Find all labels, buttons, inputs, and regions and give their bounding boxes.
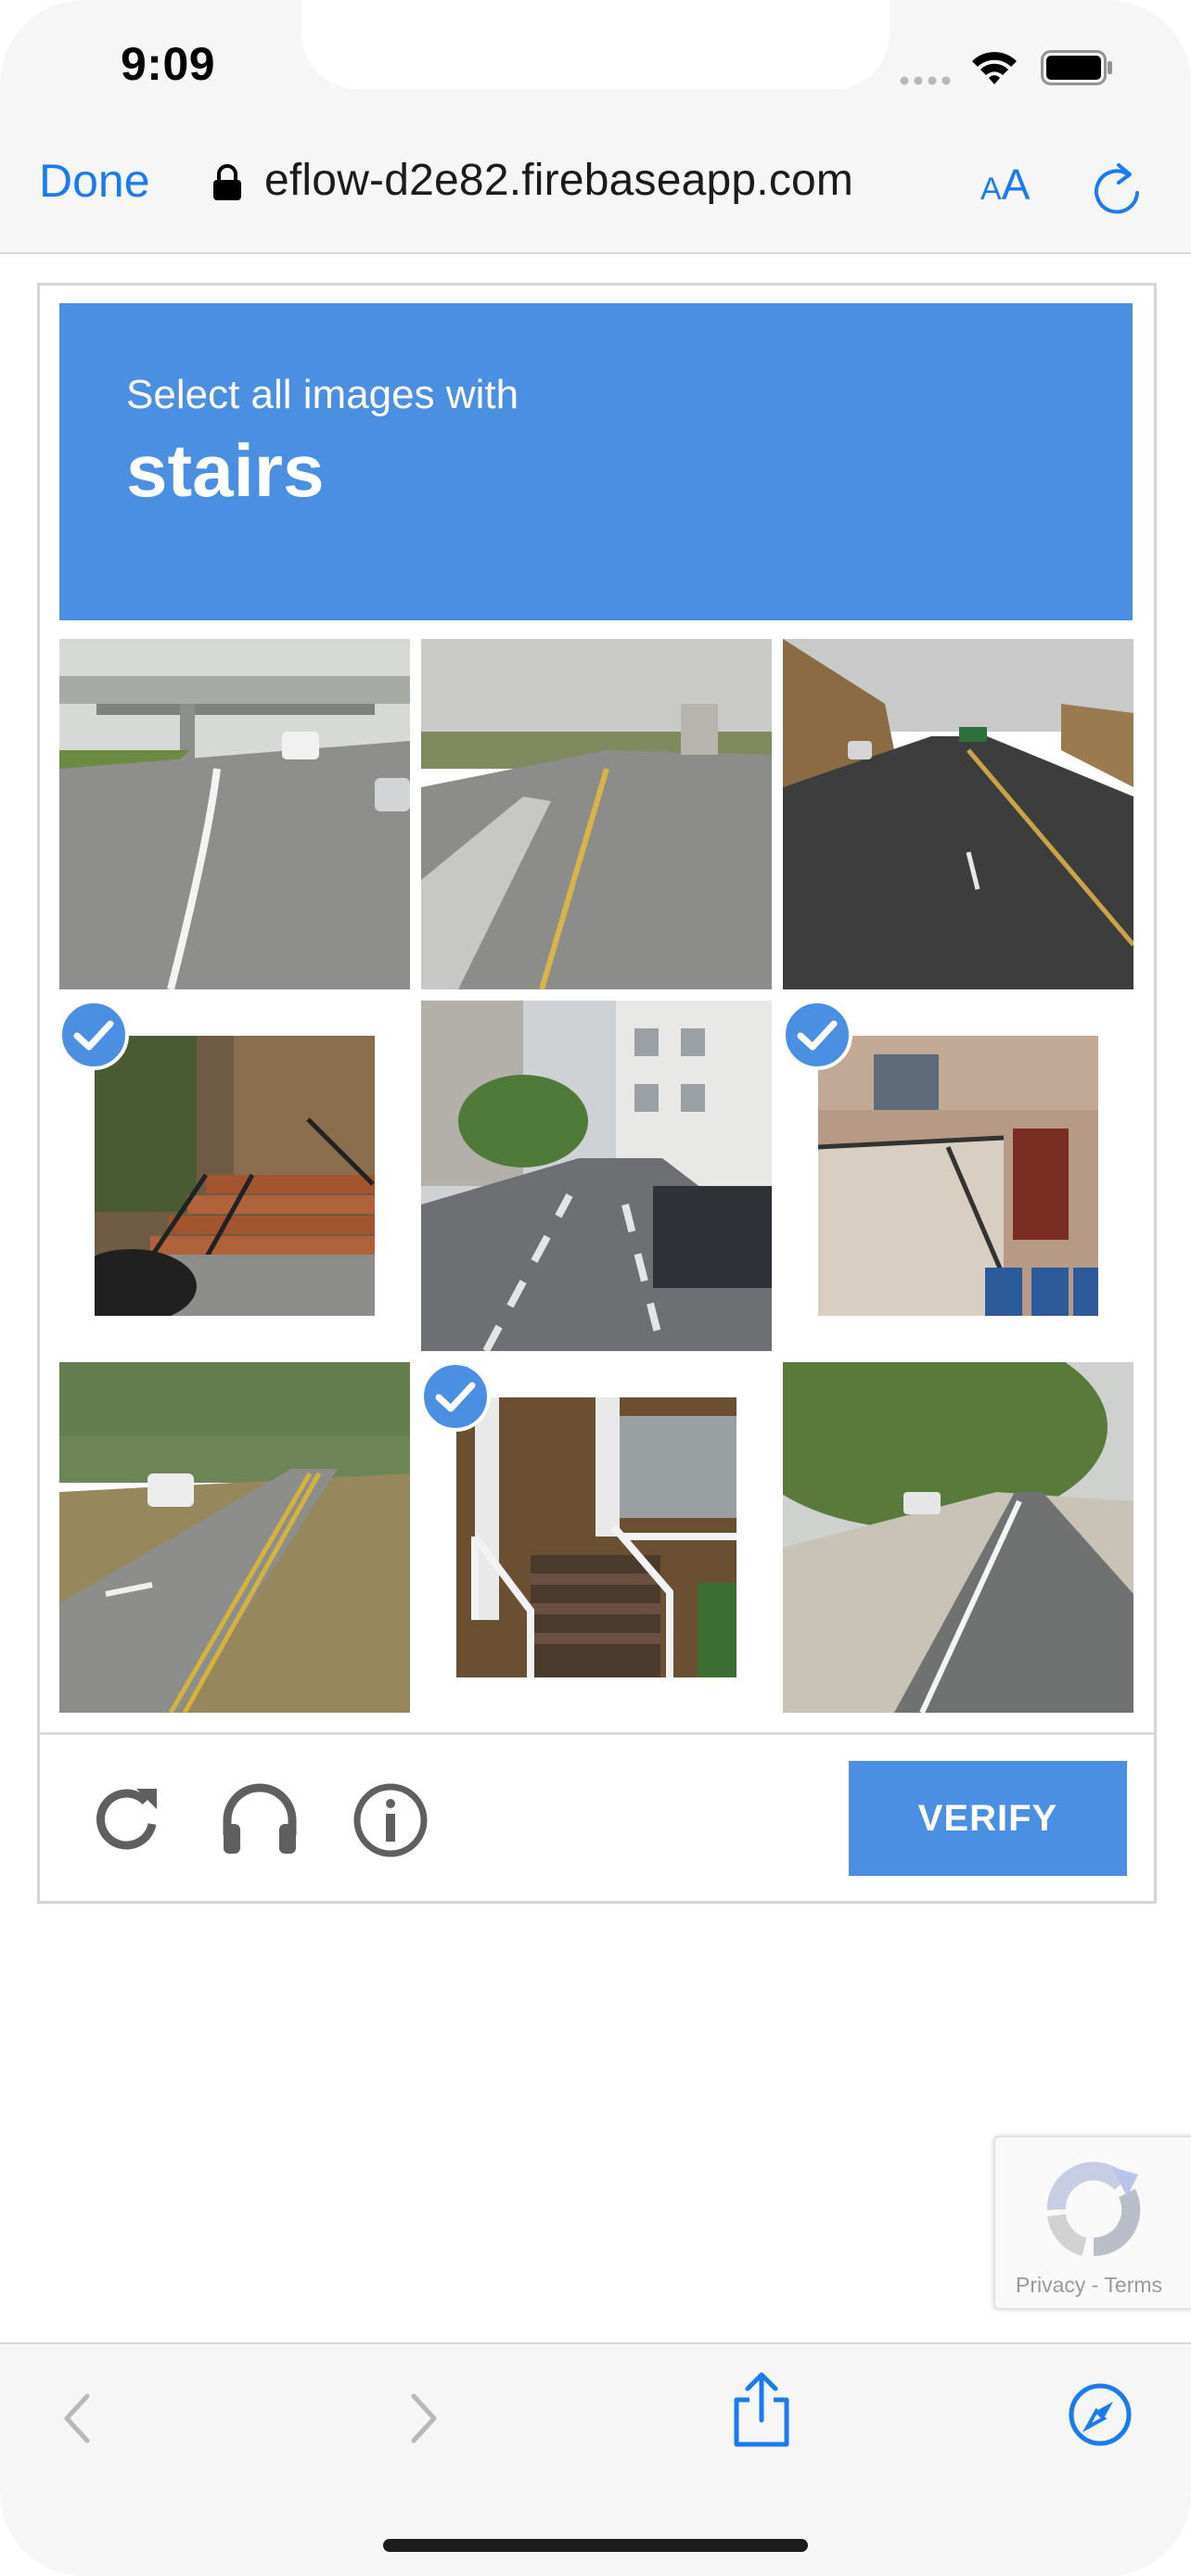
info-icon[interactable] [352,1781,429,1859]
captcha-tile-8[interactable] [421,1362,772,1713]
verify-button[interactable]: VERIFY [849,1761,1127,1876]
tile-2-image [421,639,772,989]
headphones-icon[interactable] [218,1781,301,1857]
lock-icon [213,164,241,200]
battery-icon [1041,50,1112,85]
tile-7-image [59,1362,410,1713]
captcha-footer: VERIFY [40,1732,1154,1904]
tile-5-image [421,1001,772,1351]
reload-icon[interactable] [1091,161,1143,217]
back-icon[interactable] [61,2392,93,2444]
captcha-tile-3[interactable] [783,639,1133,989]
captcha-instruction: Select all images with [126,372,519,417]
tile-6-image [818,1036,1098,1316]
text-size-small-label: A [980,172,1002,207]
done-button[interactable]: Done [39,154,150,208]
tile-1-image [59,639,410,989]
text-size-large-label: A [1001,160,1031,209]
captcha-tile-9[interactable] [783,1362,1133,1713]
tile-9-image [783,1362,1133,1713]
tile-8-image [456,1397,736,1677]
forward-icon[interactable] [408,2392,440,2444]
wifi-icon [972,52,1017,84]
tile-6-photo [818,1036,1098,1316]
tile-4-photo [95,1036,375,1316]
recaptcha-logo-icon [1046,2162,1141,2257]
signal-icon [900,76,951,85]
phone-screen: 9:09 Done eflow-d2e82.firebaseapp.com AA [0,0,1191,2576]
text-size-button[interactable]: AA [980,159,1030,210]
notch [301,0,890,89]
captcha-tile-2[interactable] [421,639,772,989]
status-time: 9:09 [121,38,216,90]
captcha-challenge: Select all images with stairs VERIFY [37,283,1157,1904]
browser-top-bar: Done eflow-d2e82.firebaseapp.com AA [0,139,1191,254]
home-indicator [383,2539,808,2552]
captcha-header: Select all images with stairs [59,303,1133,620]
check-icon [59,1001,129,1070]
tile-3-image [783,639,1133,989]
share-icon[interactable] [729,2370,794,2450]
recaptcha-badge[interactable]: Privacy - Terms [993,2136,1191,2310]
tile-4-image [95,1036,375,1316]
check-icon [783,1001,852,1070]
captcha-tile-5[interactable] [421,1001,772,1351]
url-field[interactable]: eflow-d2e82.firebaseapp.com [264,155,853,206]
refresh-icon[interactable] [88,1781,164,1857]
privacy-terms-link[interactable]: Privacy - Terms [1016,2273,1162,2298]
status-bar: 9:09 [0,0,1191,139]
captcha-target: stairs [126,429,325,512]
compass-icon[interactable] [1067,2381,1133,2448]
captcha-tile-6[interactable] [783,1001,1133,1351]
captcha-tile-1[interactable] [59,639,410,989]
captcha-tile-4[interactable] [59,1001,410,1351]
tile-8-photo [456,1397,736,1677]
check-icon [421,1362,491,1432]
captcha-tile-7[interactable] [59,1362,410,1713]
